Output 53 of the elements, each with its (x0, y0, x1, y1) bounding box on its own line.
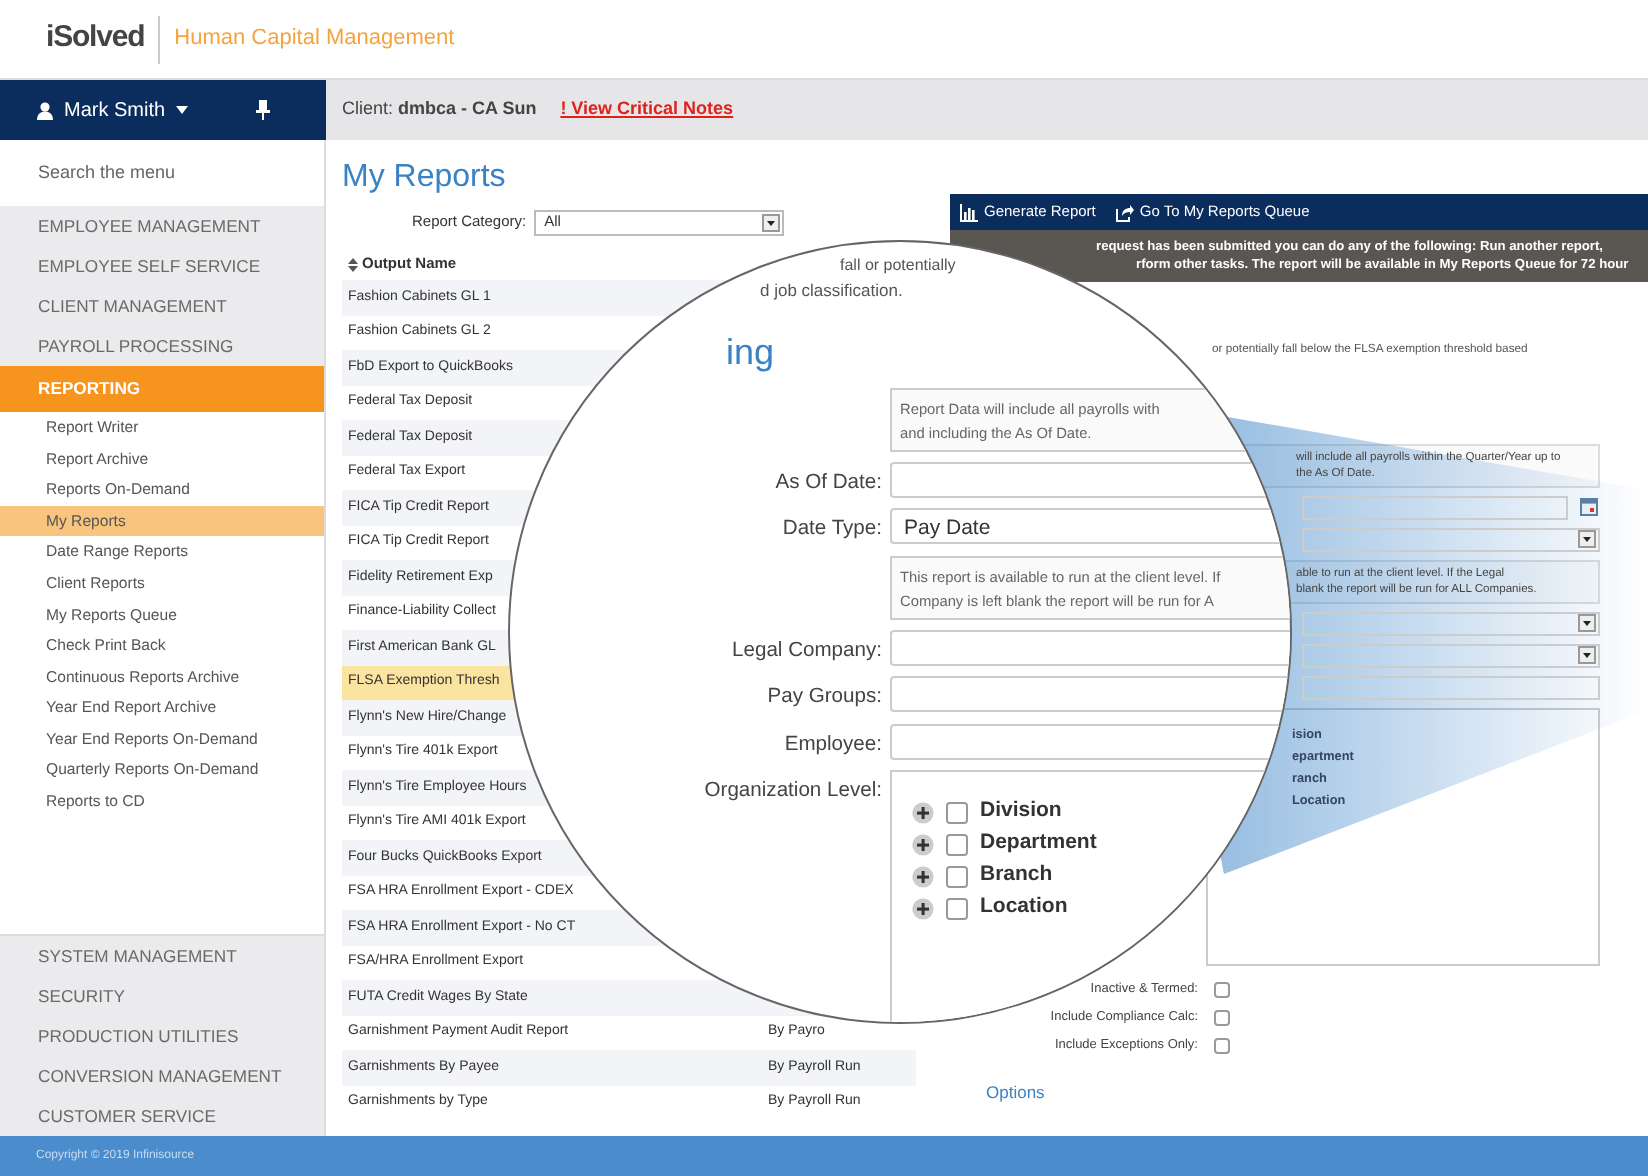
share-icon (1115, 203, 1134, 221)
field-label: Legal Company: (730, 637, 882, 666)
section-heading: ing (726, 332, 775, 372)
options-link[interactable]: Options (986, 1080, 1045, 1106)
field-label: Employee: (782, 731, 882, 760)
tree-node-label[interactable]: Division (980, 796, 1062, 829)
checkbox[interactable] (946, 897, 968, 920)
menu-section[interactable]: SYSTEM MANAGEMENT (0, 936, 324, 976)
checkbox[interactable] (1214, 1038, 1230, 1055)
bar-chart-icon (960, 203, 978, 221)
product-name: Human Capital Management (174, 24, 455, 55)
logo: iSolved (46, 18, 145, 59)
tree-node-label[interactable]: Branch (980, 860, 1053, 893)
field-label: As Of Date: (773, 470, 882, 498)
menu-section[interactable]: CONVERSION MANAGEMENT (0, 1056, 324, 1096)
dropdown-field[interactable] (1302, 527, 1600, 552)
menu-section[interactable]: EMPLOYEE SELF SERVICE (0, 246, 324, 286)
menu-section[interactable]: CLIENT MANAGEMENT (0, 286, 324, 326)
menu-section[interactable]: SECURITY (0, 976, 324, 1016)
pin-icon (256, 100, 270, 120)
menu-section[interactable]: EMPLOYEE MANAGEMENT (0, 206, 324, 246)
description-text: fall or potentially (840, 254, 956, 278)
dropdown-field[interactable] (1302, 611, 1600, 636)
expand-icon[interactable] (912, 801, 934, 824)
expand-icon[interactable] (912, 897, 934, 920)
checkbox[interactable] (946, 833, 968, 856)
menu-section[interactable]: CUSTOMER SERVICE (0, 1096, 324, 1136)
expand-icon[interactable] (912, 865, 934, 888)
checkbox[interactable] (946, 865, 968, 888)
sort-icon (348, 257, 358, 271)
user-icon (36, 101, 54, 119)
expand-icon[interactable] (912, 833, 934, 856)
page-title: My Reports (342, 158, 508, 198)
critical-notes-link[interactable]: ! View Critical Notes (560, 96, 734, 124)
field-label: Pay Groups: (765, 684, 882, 713)
checkbox[interactable] (946, 801, 968, 824)
checkbox[interactable] (1214, 981, 1230, 998)
input-field[interactable] (890, 676, 1290, 713)
calendar-icon (1580, 498, 1598, 517)
menu-section[interactable]: PAYROLL PROCESSING (0, 326, 324, 366)
user-name[interactable]: Mark Smith (64, 95, 166, 125)
dropdown-field[interactable] (1302, 643, 1600, 668)
date-field[interactable] (1302, 495, 1568, 520)
caret-icon (175, 106, 188, 114)
tree-node-label[interactable]: Department (980, 828, 1097, 861)
description-text: d job classification. (760, 278, 903, 302)
checkbox[interactable] (1214, 1009, 1230, 1026)
input-field[interactable] (890, 629, 1290, 666)
field-label: Date Type: (780, 516, 882, 545)
input-field[interactable] (1302, 675, 1600, 700)
client-label: Client: dmbca - CA Sun (342, 96, 537, 123)
menu-section[interactable]: PRODUCTION UTILITIES (0, 1016, 324, 1056)
tree-node-label[interactable]: Location (980, 892, 1068, 925)
